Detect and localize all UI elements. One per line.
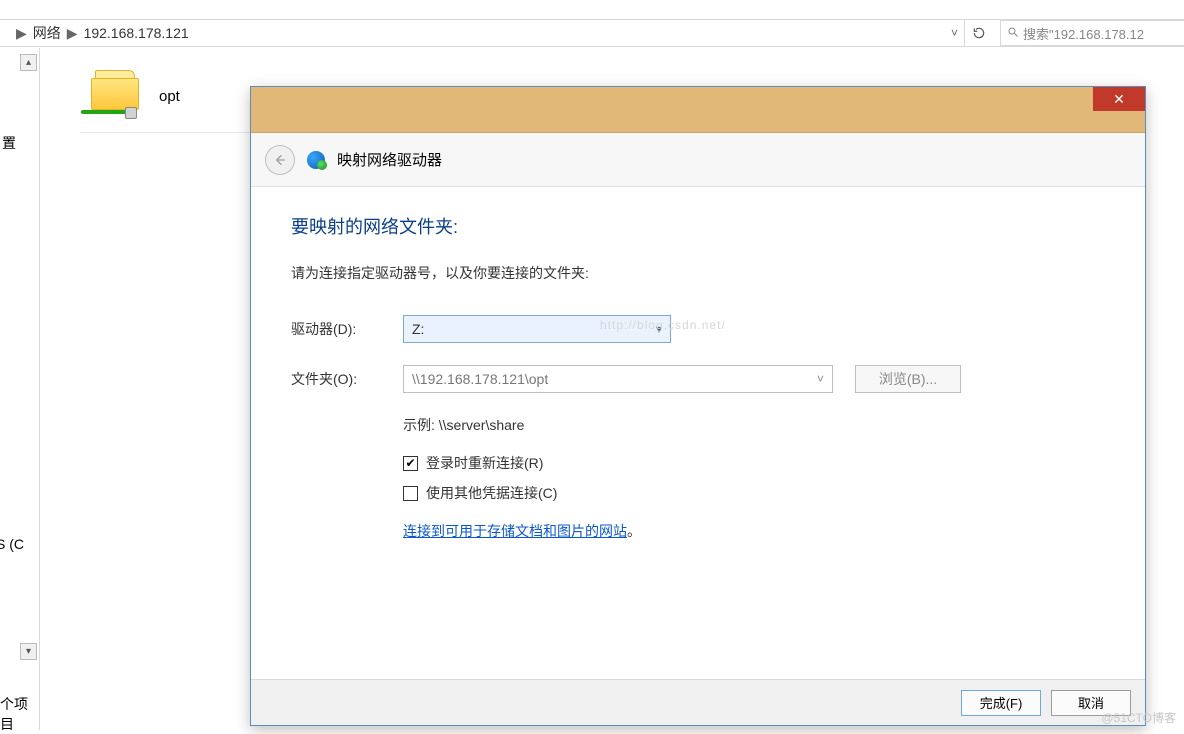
folder-label: 文件夹(O): [291,369,403,389]
dialog-description: 请为连接指定驱动器号，以及你要连接的文件夹: [291,263,1105,283]
network-folder-icon [87,68,147,124]
folder-row: 文件夹(O): \\192.168.178.121\opt ˅ 浏览(B)... [291,365,1105,393]
dialog-title: 映射网络驱动器 [337,149,442,170]
search-placeholder: 搜索"192.168.178.12 [1023,24,1144,43]
arrow-left-icon [272,152,288,168]
map-network-drive-dialog: ✕ 映射网络驱动器 要映射的网络文件夹: 请为连接指定驱动器号，以及你要连接的文… [250,86,1146,726]
close-icon: ✕ [1113,91,1125,108]
dialog-titlebar: 映射网络驱动器 [251,133,1145,187]
chevron-right-icon: ▶ [16,25,27,42]
example-text: 示例: \\server\share [403,415,1105,435]
share-folder-name: opt [159,88,180,105]
drive-label: 驱动器(D): [291,319,403,339]
chevron-down-icon: ▾ [656,322,662,336]
scroll-down-button[interactable]: ▾ [20,643,37,660]
dialog-footer: 完成(F) 取消 [251,679,1145,725]
chevron-right-icon: ▶ [67,25,78,42]
sidebar-fragment-2: S (C [0,536,24,552]
chevron-down-icon[interactable]: ˅ [951,26,958,40]
refresh-button[interactable] [964,19,992,47]
breadcrumb[interactable]: ▶ 网络 ▶ 192.168.178.121 ˅ [0,23,964,43]
close-button[interactable]: ✕ [1093,87,1145,111]
folder-input[interactable]: \\192.168.178.121\opt ˅ [403,365,833,393]
dialog-chrome-top: ✕ [251,87,1145,133]
sidebar-fragment-1: 置 [2,133,16,153]
drive-row: 驱动器(D): Z: ▾ [291,315,1105,343]
storage-website-link[interactable]: 连接到可用于存储文档和图片的网站 [403,523,627,539]
cancel-label: 取消 [1078,693,1104,712]
checkbox-icon [403,456,418,471]
drive-select[interactable]: Z: ▾ [403,315,671,343]
sentence-period: 。 [627,523,641,539]
refresh-icon [972,26,986,40]
watermark: @51CTO博客 [1101,709,1176,726]
search-icon [1007,26,1019,41]
drive-value: Z: [412,321,424,337]
reconnect-label: 登录时重新连接(R) [426,453,543,473]
dialog-heading: 要映射的网络文件夹: [291,213,1105,239]
network-drive-icon [307,151,325,169]
dialog-body: 要映射的网络文件夹: 请为连接指定驱动器号，以及你要连接的文件夹: 驱动器(D)… [251,187,1145,551]
finish-button[interactable]: 完成(F) [961,690,1041,716]
browse-button[interactable]: 浏览(B)... [855,365,961,393]
back-button[interactable] [265,145,295,175]
reconnect-checkbox[interactable]: 登录时重新连接(R) [403,453,1105,473]
chevron-down-icon: ˅ [817,372,824,386]
address-bar-row: ▶ 网络 ▶ 192.168.178.121 ˅ 搜索"192.168.178.… [0,19,1184,47]
browse-label: 浏览(B)... [879,369,937,389]
other-credentials-label: 使用其他凭据连接(C) [426,483,557,503]
search-input[interactable]: 搜索"192.168.178.12 [1000,20,1184,46]
checkbox-icon [403,486,418,501]
sidebar: ▴ 置 S (C ▾ 个项目 [0,48,40,730]
finish-label: 完成(F) [980,693,1023,712]
scroll-up-button[interactable]: ▴ [20,54,37,71]
status-fragment: 个项目 [0,694,39,734]
folder-value: \\192.168.178.121\opt [412,371,548,387]
breadcrumb-root[interactable]: 网络 [33,23,61,43]
breadcrumb-location[interactable]: 192.168.178.121 [84,25,189,41]
other-credentials-checkbox[interactable]: 使用其他凭据连接(C) [403,483,1105,503]
